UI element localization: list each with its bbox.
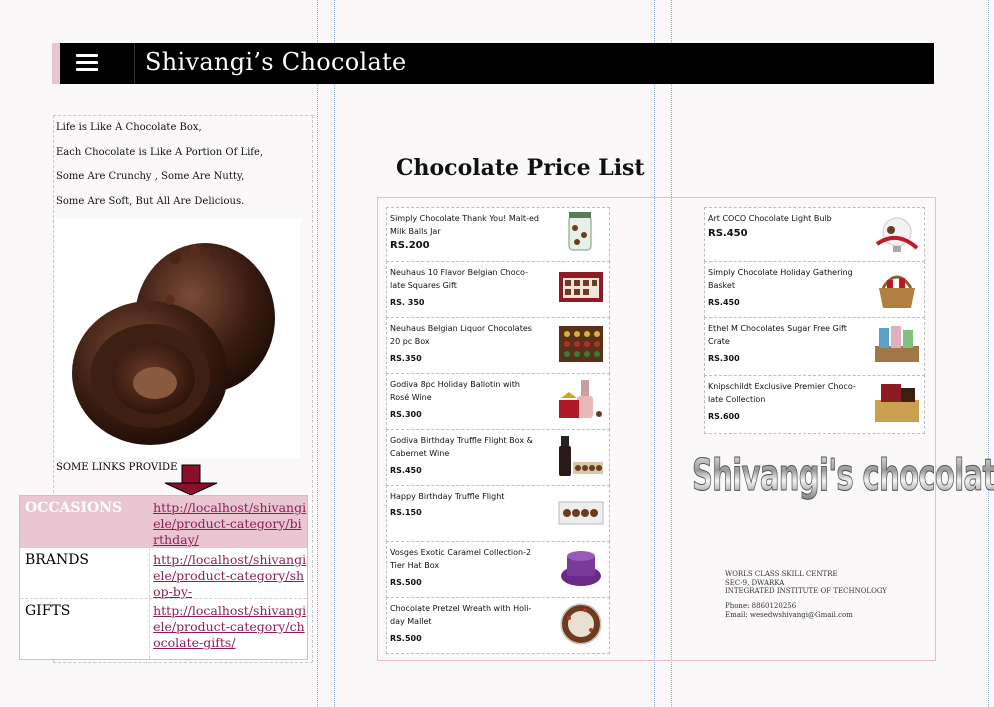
- address-line: INTEGRATED INSTITUTE OF TECHNOLOGY: [725, 587, 887, 595]
- links-row-name: BRANDS: [20, 548, 151, 598]
- poem-line: Some Are Crunchy , Some Are Nutty,: [56, 171, 245, 182]
- links-row-name: OCCASIONS: [20, 496, 151, 547]
- product-name: Godiva 8pc Holiday Ballotin with Rosé Wi…: [390, 380, 520, 402]
- product-item: Ethel M Chocolates Sugar Free Gift Crate…: [704, 317, 925, 376]
- header-bar: Shivangi’s Chocolate: [52, 43, 934, 84]
- product-image: [875, 384, 919, 422]
- product-image: [559, 326, 603, 362]
- address-line: SEC-9, DWARKA: [725, 578, 785, 587]
- links-table: OCCASIONS http://localhost/shivangiele/p…: [19, 495, 308, 660]
- product-item: Simply Chocolate Holiday Gathering Baske…: [704, 261, 925, 318]
- product-image: [559, 380, 602, 418]
- contact-block: Phone: 8860120256 Email: wesedwshivangi@…: [725, 602, 853, 620]
- hamburger-icon[interactable]: [64, 43, 135, 84]
- product-name: Godiva Birthday Truffle Flight Box & Cab…: [390, 436, 533, 458]
- header-accent: [52, 43, 60, 84]
- product-name: Ethel M Chocolates Sugar Free Gift Crate: [708, 324, 847, 346]
- product-image: [560, 603, 602, 645]
- product-name: Simply Chocolate Holiday Gathering Baske…: [708, 268, 853, 290]
- site-title: Shivangi’s Chocolate: [145, 48, 407, 76]
- down-arrow-icon: [164, 464, 218, 496]
- product-image: [568, 212, 592, 251]
- product-price: RS.150: [390, 508, 422, 517]
- links-label: SOME LINKS PROVIDE: [56, 462, 178, 473]
- poem: Life is Like A Chocolate Box, Each Choco…: [56, 116, 263, 214]
- product-name: Art COCO Chocolate Light Bulb: [708, 214, 832, 223]
- product-item: Neuhaus 10 Flavor Belgian Choco-late Squ…: [386, 261, 610, 318]
- product-item: Neuhaus Belgian Liquor Chocolates 20 pc …: [386, 317, 610, 374]
- product-price: RS.450: [708, 298, 740, 307]
- product-image: [879, 275, 915, 308]
- product-item: Godiva 8pc Holiday Ballotin with Rosé Wi…: [386, 373, 610, 430]
- product-name: Happy Birthday Truffle Flight: [390, 492, 505, 501]
- product-price: RS.500: [390, 634, 422, 643]
- product-price: RS.600: [708, 412, 740, 421]
- product-name: Simply Chocolate Thank You! Malt-ed Milk…: [390, 214, 539, 236]
- links-row-name: GIFTS: [20, 599, 151, 659]
- address-line: WORLS CLASS SKILL CENTRE: [725, 570, 838, 578]
- product-item: Chocolate Pretzel Wreath with Holi-day M…: [386, 597, 610, 654]
- product-image: [558, 501, 604, 525]
- product-price: RS.300: [708, 354, 740, 363]
- product-price: RS.300: [390, 410, 422, 419]
- chocolate-truffle-image: [55, 218, 300, 458]
- product-image: [875, 326, 919, 362]
- wordart-logo: Shivangi's chocolate: [692, 450, 994, 502]
- product-item: Simply Chocolate Thank You! Malt-ed Milk…: [386, 207, 610, 262]
- price-list-title: Chocolate Price List: [396, 155, 645, 181]
- product-name: Neuhaus 10 Flavor Belgian Choco-late Squ…: [390, 268, 528, 290]
- product-price: RS. 350: [390, 298, 425, 307]
- link-url[interactable]: http://localhost/shivangiele/product-cat…: [150, 548, 307, 599]
- links-row-brands: BRANDS http://localhost/shivangiele/prod…: [20, 548, 307, 599]
- product-image: [561, 551, 601, 586]
- product-name: Neuhaus Belgian Liquor Chocolates 20 pc …: [390, 324, 532, 346]
- product-item: Vosges Exotic Caramel Collection-2 Tier …: [386, 541, 610, 598]
- product-price: RS.450: [390, 466, 422, 475]
- product-price: RS.450: [708, 228, 748, 239]
- product-item: Godiva Birthday Truffle Flight Box & Cab…: [386, 429, 610, 486]
- poem-line: Some Are Soft, But All Are Delicious.: [56, 195, 245, 207]
- link-url[interactable]: http://localhost/shivangiele/product-cat…: [150, 496, 307, 547]
- poem-line: Each Chocolate is Like A Portion Of Life…: [56, 146, 264, 158]
- product-image: [559, 272, 603, 302]
- product-price: RS.200: [390, 240, 430, 251]
- product-image: [559, 436, 603, 476]
- product-price: RS.500: [390, 578, 422, 587]
- link-url[interactable]: http://localhost/shivangiele/product-cat…: [150, 599, 307, 659]
- address-block: WORLS CLASS SKILL CENTRE SEC-9, DWARKA I…: [725, 570, 887, 596]
- product-item: Happy Birthday Truffle Flight RS.150: [386, 485, 610, 542]
- product-name: Vosges Exotic Caramel Collection-2 Tier …: [390, 548, 532, 570]
- phone-text: Phone: 8860120256: [725, 602, 797, 610]
- product-name: Chocolate Pretzel Wreath with Holi-day M…: [390, 604, 532, 626]
- product-item: Art COCO Chocolate Light Bulb RS.450: [704, 207, 925, 262]
- links-row-occasions: OCCASIONS http://localhost/shivangiele/p…: [20, 496, 307, 548]
- product-item: Knipschildt Exclusive Premier Choco-late…: [704, 375, 925, 434]
- links-row-gifts: GIFTS http://localhost/shivangiele/produ…: [20, 599, 307, 659]
- poem-line: Life is Like A Chocolate Box,: [56, 122, 202, 133]
- email-text: Email: wesedwshivangi@Gmail.com: [725, 611, 853, 619]
- product-image: [875, 217, 919, 252]
- product-price: RS.350: [390, 354, 422, 363]
- product-name: Knipschildt Exclusive Premier Choco-late…: [708, 382, 856, 404]
